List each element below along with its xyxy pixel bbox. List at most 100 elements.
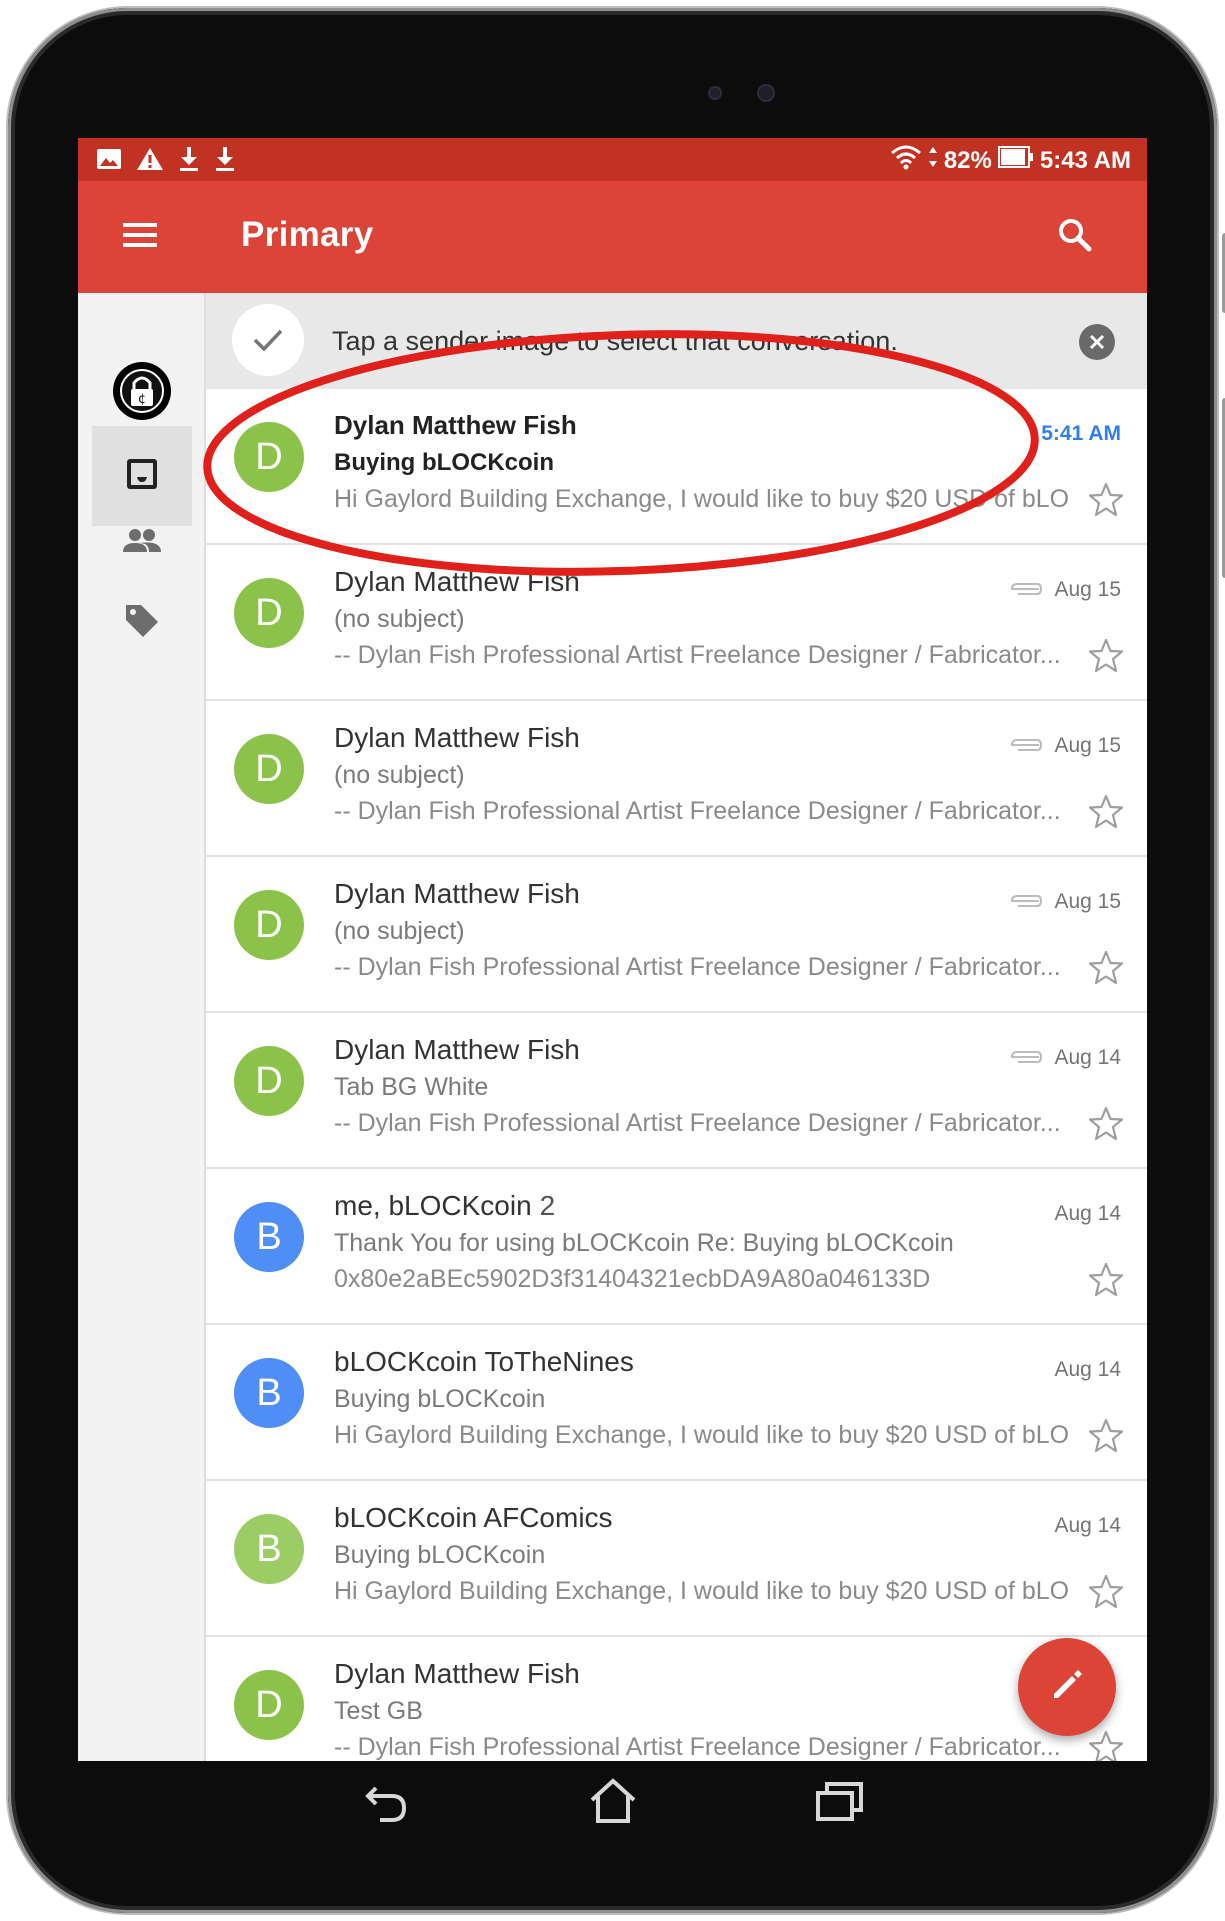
message-snippet: -- Dylan Fish Professional Artist Freela…: [334, 641, 1061, 669]
sender-name: me, bLOCKcoin 2: [334, 1190, 555, 1222]
thread-count: 2: [539, 1190, 556, 1221]
star-icon[interactable]: [1087, 793, 1125, 831]
back-button[interactable]: [362, 1780, 410, 1829]
download-icon: [178, 146, 200, 177]
message-date: Aug 15: [1054, 890, 1121, 913]
labels-nav[interactable]: [92, 573, 192, 673]
search-icon[interactable]: [1055, 215, 1095, 255]
message-date: Aug 14: [1054, 1046, 1121, 1069]
sender-text: Dylan Matthew Fish: [334, 1034, 580, 1065]
image-notification-icon: [96, 147, 122, 176]
message-snippet: -- Dylan Fish Professional Artist Freela…: [334, 1733, 1061, 1761]
star-icon[interactable]: [1087, 1729, 1125, 1761]
message-subject: (no subject): [334, 605, 465, 633]
home-button[interactable]: [588, 1778, 638, 1829]
inbox-icon: [124, 456, 160, 497]
battery-percent: 82%: [943, 147, 992, 174]
label-tag-icon: [123, 602, 161, 645]
message-subject: Test GB: [334, 1697, 423, 1725]
message-row[interactable]: D Dylan Matthew Fish Tab BG White -- Dylan …: [206, 1013, 1147, 1169]
message-row[interactable]: D Dylan Matthew Fish Buying bLOCKcoin Hi Ga…: [206, 389, 1147, 545]
attachment-icon: [1009, 1049, 1043, 1065]
star-icon[interactable]: [1087, 1261, 1125, 1299]
sender-avatar[interactable]: D: [234, 422, 304, 492]
message-snippet: -- Dylan Fish Professional Artist Freela…: [334, 953, 1061, 981]
message-row[interactable]: D Dylan Matthew Fish (no subject) -- Dylan …: [206, 545, 1147, 701]
star-icon[interactable]: [1087, 637, 1125, 675]
star-icon[interactable]: [1087, 481, 1125, 519]
message-snippet: -- Dylan Fish Professional Artist Freela…: [334, 797, 1061, 825]
check-icon: [232, 304, 304, 376]
sender-text: Dylan Matthew Fish: [334, 410, 577, 440]
sender-name: Dylan Matthew Fish: [334, 566, 588, 598]
status-time: 5:43 AM: [1039, 147, 1131, 174]
star-icon[interactable]: [1087, 1105, 1125, 1143]
message-row[interactable]: BbLOCKcoin ToTheNines Buying bLOCKcoin Hi …: [206, 1325, 1147, 1481]
account-rail: ¢: [78, 293, 206, 1761]
sender-avatar[interactable]: D: [234, 1046, 304, 1116]
message-subject: (no subject): [334, 917, 465, 945]
star-icon[interactable]: [1087, 949, 1125, 987]
sender-text: bLOCKcoin AFComics: [334, 1502, 613, 1533]
attachment-icon: [1009, 737, 1043, 753]
message-row[interactable]: D Dylan Matthew Fish Test GB -- Dylan Fish …: [206, 1637, 1147, 1761]
close-icon[interactable]: [1079, 324, 1115, 360]
page-title: Primary: [241, 215, 374, 254]
download-icon: [214, 146, 236, 177]
sender-text: Dylan Matthew Fish: [334, 566, 580, 597]
message-snippet: 0x80e2aBEc5902D3f31404321ecbDA9A80a04613…: [334, 1265, 931, 1293]
sender-text: me, bLOCKcoin: [334, 1190, 532, 1221]
message-subject: Buying bLOCKcoin: [334, 1541, 546, 1569]
sender-avatar[interactable]: D: [234, 734, 304, 804]
sender-text: bLOCKcoin ToTheNines: [334, 1346, 634, 1377]
message-snippet: Hi Gaylord Building Exchange, I would li…: [334, 485, 1069, 513]
sender-avatar[interactable]: D: [234, 578, 304, 648]
message-subject: Tab BG White: [334, 1073, 489, 1101]
warning-icon: [136, 147, 164, 176]
sender-name: Dylan Matthew Fish: [334, 1658, 588, 1690]
message-date: Aug 14: [1054, 1514, 1121, 1537]
data-arrows-icon: [928, 145, 938, 177]
message-subject: (no subject): [334, 761, 465, 789]
sender-name: bLOCKcoin ToTheNines: [334, 1346, 642, 1378]
recent-apps-button[interactable]: [815, 1780, 865, 1827]
message-date: Aug 14: [1054, 1358, 1121, 1381]
message-snippet: Hi Gaylord Building Exchange, I would li…: [334, 1577, 1069, 1605]
star-icon[interactable]: [1087, 1573, 1125, 1611]
back-arrow-icon: [362, 1786, 410, 1828]
star-icon[interactable]: [1087, 1417, 1125, 1455]
compose-button[interactable]: [1018, 1638, 1116, 1736]
hamburger-menu-icon[interactable]: [120, 217, 160, 257]
message-list: D Dylan Matthew Fish Buying bLOCKcoin Hi Ga…: [206, 389, 1147, 1761]
front-sensor: [708, 86, 722, 100]
message-row[interactable]: Bme, bLOCKcoin 2 Thank You for using bLOCK…: [206, 1169, 1147, 1325]
sender-avatar[interactable]: B: [234, 1358, 304, 1428]
message-row[interactable]: D Dylan Matthew Fish (no subject) -- Dylan …: [206, 701, 1147, 857]
message-date: Aug 15: [1054, 734, 1121, 757]
pencil-icon: [1048, 1666, 1086, 1709]
sender-name: Dylan Matthew Fish: [334, 1034, 588, 1066]
sender-text: Dylan Matthew Fish: [334, 722, 580, 753]
message-snippet: Hi Gaylord Building Exchange, I would li…: [334, 1421, 1069, 1449]
status-bar: 82% 5:43 AM: [78, 138, 1147, 181]
sender-avatar[interactable]: B: [234, 1514, 304, 1584]
message-row[interactable]: D Dylan Matthew Fish (no subject) -- Dylan …: [206, 857, 1147, 1013]
sender-avatar[interactable]: D: [234, 1670, 304, 1740]
message-date: Aug 14: [1054, 1202, 1121, 1225]
tip-text: Tap a sender image to select that conver…: [332, 326, 898, 356]
message-row[interactable]: BbLOCKcoin AFComics Buying bLOCKcoin Hi Ga…: [206, 1481, 1147, 1637]
message-subject: Buying bLOCKcoin: [334, 449, 554, 476]
message-snippet: -- Dylan Fish Professional Artist Freela…: [334, 1109, 1061, 1137]
recent-apps-icon: [815, 1782, 865, 1826]
sender-name: Dylan Matthew Fish: [334, 722, 588, 754]
message-date: Aug 15: [1054, 578, 1121, 601]
front-camera: [757, 84, 775, 102]
wifi-icon: [890, 144, 922, 178]
attachment-icon: [1009, 893, 1043, 909]
app-bar: Primary: [78, 181, 1147, 293]
sender-name: Dylan Matthew Fish: [334, 878, 588, 910]
sender-avatar[interactable]: D: [234, 890, 304, 960]
home-icon: [588, 1778, 638, 1828]
sender-text: Dylan Matthew Fish: [334, 878, 580, 909]
sender-avatar[interactable]: B: [234, 1202, 304, 1272]
